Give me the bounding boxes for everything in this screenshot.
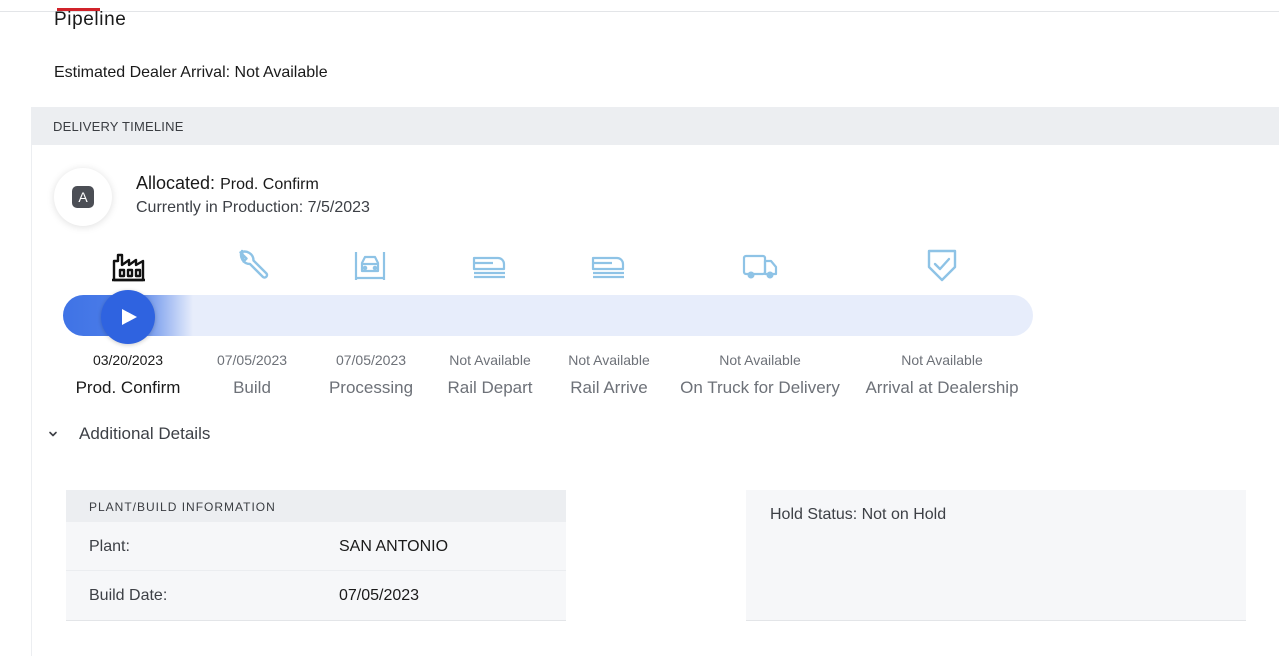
plant-card-title: PLANT/BUILD INFORMATION [66, 490, 566, 522]
truck-icon [742, 247, 778, 283]
additional-details-label: Additional Details [79, 424, 211, 443]
step-label-arrival: Arrival at Dealership [865, 378, 1019, 397]
estimated-dealer-arrival: Estimated Dealer Arrival: Not Available [54, 64, 328, 81]
plant-key: Plant: [89, 538, 130, 555]
allocation-badge: A [72, 186, 94, 208]
step-date-arrival: Not Available [901, 352, 983, 368]
hold-status-card: Hold Status: Not on Hold [746, 490, 1246, 621]
content-left-border [31, 145, 32, 656]
step-date-on-truck: Not Available [719, 352, 801, 368]
plant-value: SAN ANTONIO [339, 538, 449, 555]
status-label: Allocated: [136, 173, 216, 193]
rail-depart-icon [471, 247, 507, 283]
delivery-timeline-header: DELIVERY TIMELINE [31, 107, 1279, 145]
rail-arrive-icon [590, 247, 626, 283]
page-title: Pipeline [54, 9, 127, 30]
production-status: Currently in Production: 7/5/2023 [136, 199, 370, 216]
section-title: DELIVERY TIMELINE [53, 119, 184, 134]
vehicle-processing-icon [352, 247, 388, 283]
chevron-down-icon [49, 431, 57, 437]
status-stage: Prod. Confirm [220, 176, 319, 193]
wrench-icon [233, 247, 269, 283]
shield-check-icon [924, 247, 960, 283]
build-date-value: 07/05/2023 [339, 587, 420, 604]
build-date-row: Build Date: 07/05/2023 [66, 571, 566, 620]
step-label-on-truck: On Truck for Delivery [680, 378, 840, 397]
top-divider [0, 11, 1279, 12]
hold-status: Hold Status: Not on Hold [770, 506, 947, 523]
plant-row: Plant: SAN ANTONIO [66, 522, 566, 571]
factory-icon [110, 247, 146, 283]
progress-track [63, 295, 1033, 336]
additional-details-toggle[interactable]: Additional Details [47, 424, 210, 444]
plant-build-card: PLANT/BUILD INFORMATION Plant: SAN ANTON… [66, 490, 566, 621]
allocation-status: Allocated: Prod. Confirm [136, 173, 319, 194]
step-date-rail-arrive: Not Available [568, 352, 650, 368]
progress-marker [101, 290, 155, 344]
play-icon [122, 309, 137, 325]
allocation-avatar: A [54, 168, 112, 226]
build-date-key: Build Date: [89, 587, 168, 604]
